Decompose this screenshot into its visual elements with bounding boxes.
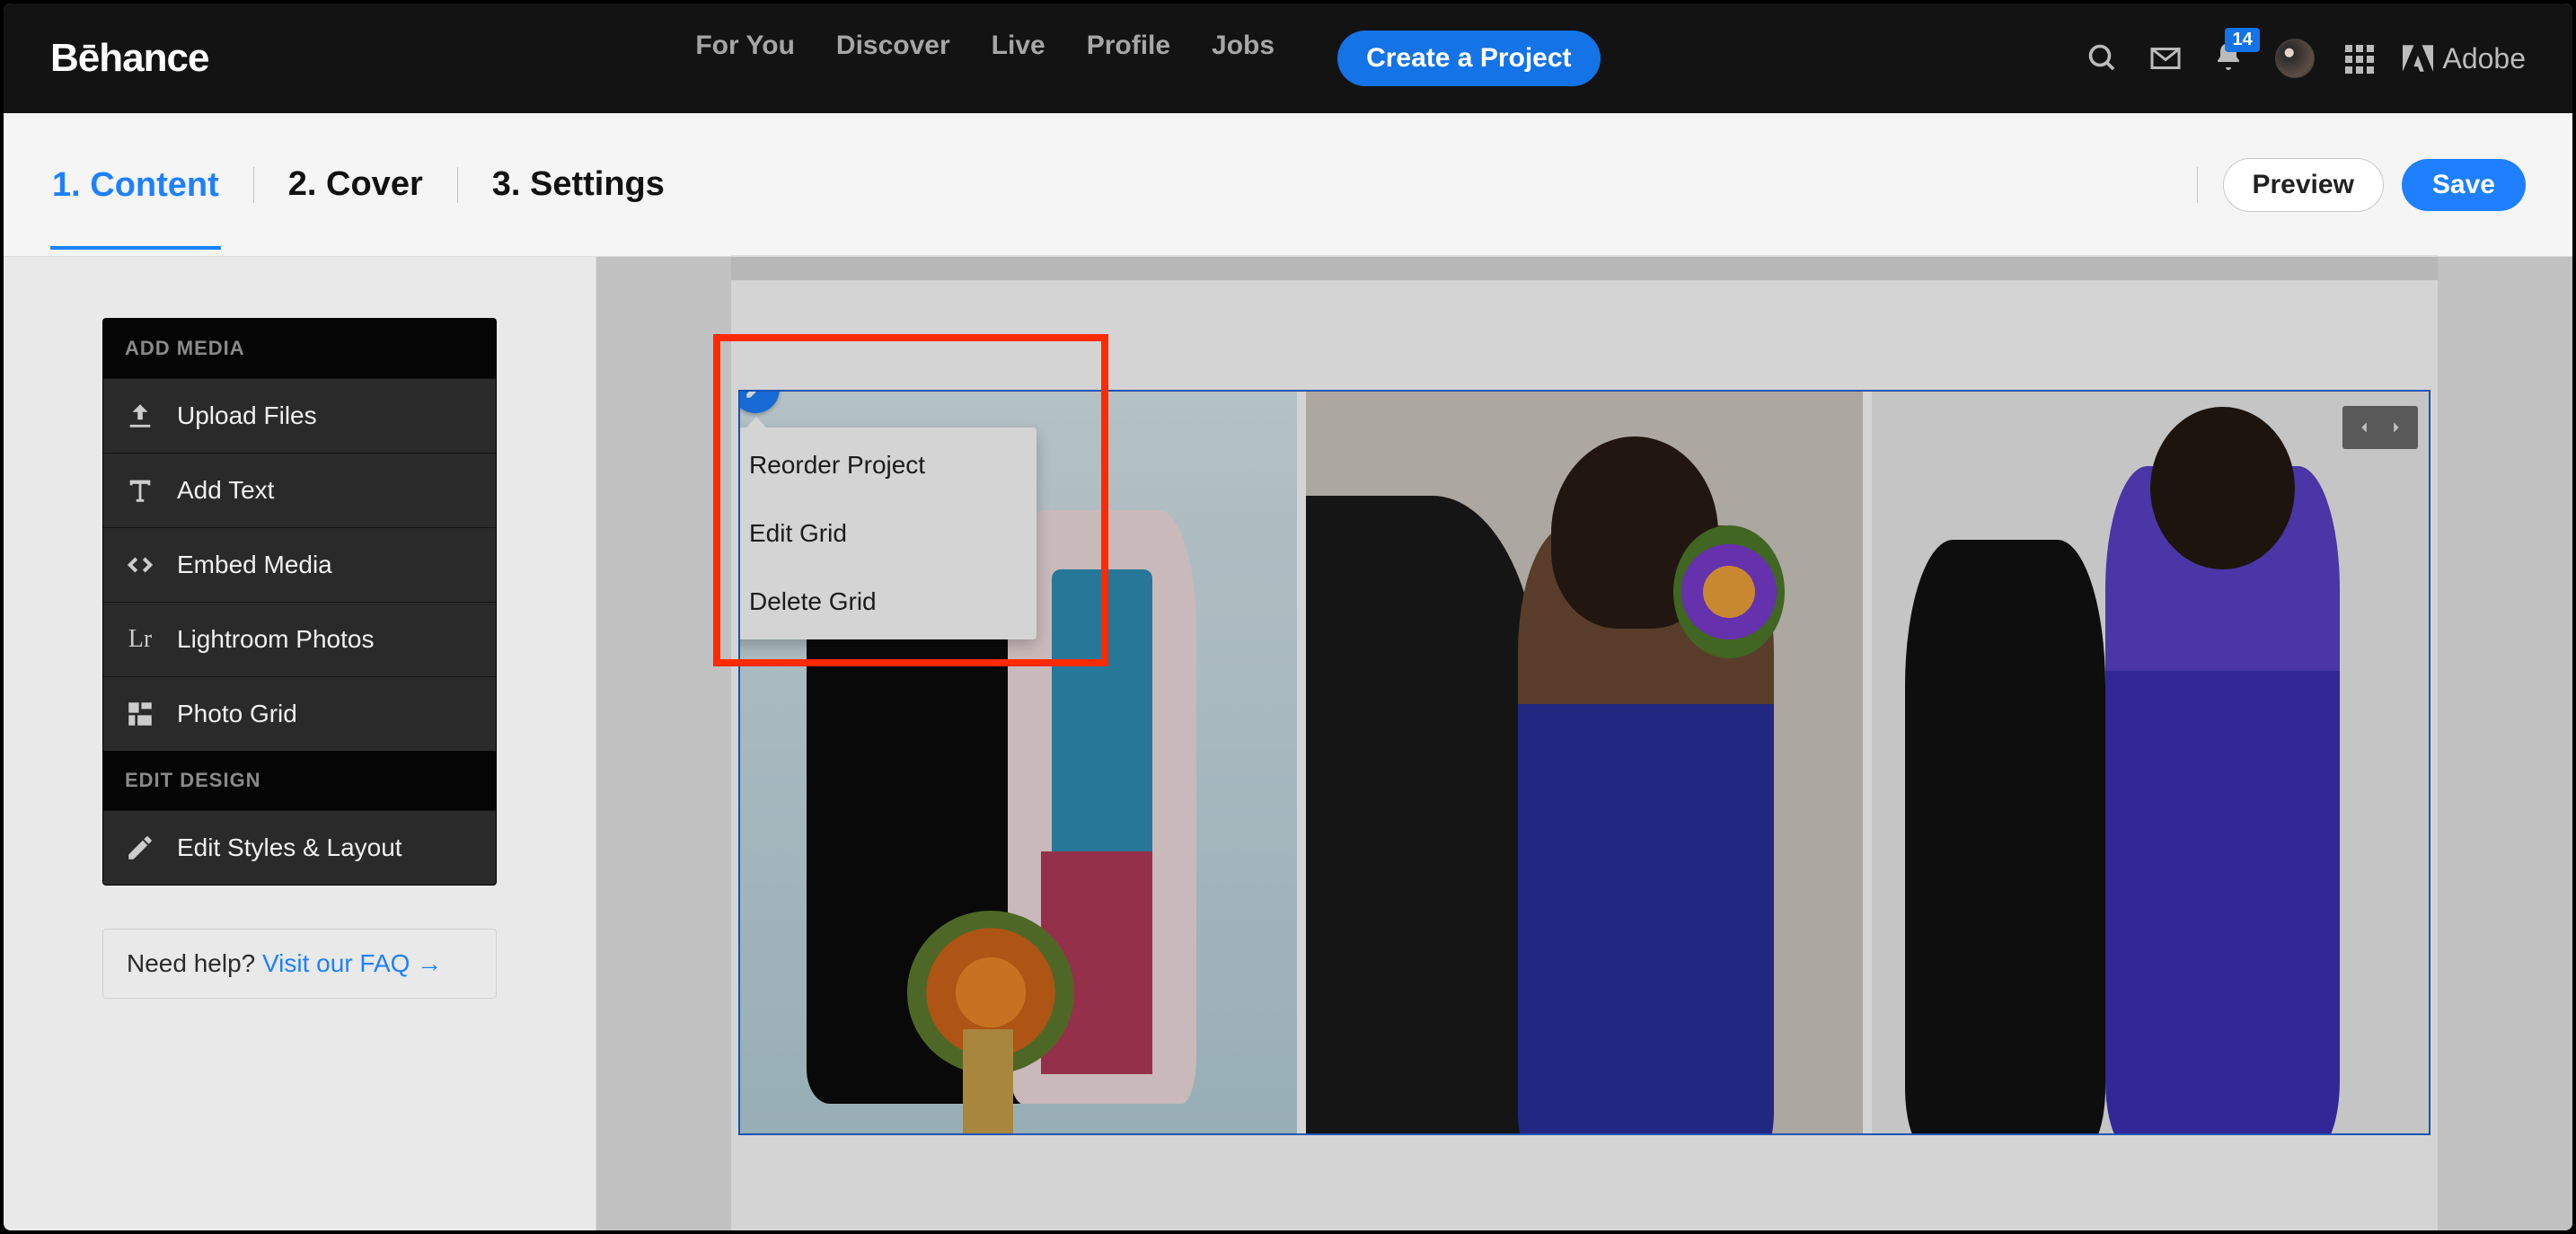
embed-icon: [125, 550, 155, 580]
apps-icon[interactable]: [2345, 45, 2372, 72]
panel-item-label: Photo Grid: [177, 700, 297, 728]
create-project-button[interactable]: Create a Project: [1337, 31, 1600, 86]
avatar[interactable]: [2275, 39, 2315, 78]
editor-sidebar: ADD MEDIA Upload Files Add Text Embed Me…: [4, 257, 596, 1230]
adobe-link[interactable]: Adobe: [2403, 42, 2526, 75]
upload-files-item[interactable]: Upload Files: [103, 378, 496, 453]
grid-reorder-arrows[interactable]: [2342, 406, 2418, 449]
editor-steps-bar: 1. Content 2. Cover 3. Settings Preview …: [4, 113, 2572, 257]
sidebar-panel: ADD MEDIA Upload Files Add Text Embed Me…: [102, 318, 497, 886]
grid-cell-2[interactable]: [1306, 392, 1863, 1133]
edit-design-heading: EDIT DESIGN: [103, 751, 496, 810]
grid-edit-popup: Reorder Project Edit Grid Delete Grid: [740, 427, 1037, 639]
grid-cell-3[interactable]: [1872, 392, 2429, 1133]
adobe-label: Adobe: [2442, 42, 2526, 75]
divider: [2197, 167, 2198, 203]
grid-icon: [125, 699, 155, 729]
step-cover[interactable]: 2. Cover: [287, 154, 425, 215]
pencil-icon: [125, 833, 155, 863]
photo-grid-item[interactable]: Photo Grid: [103, 676, 496, 751]
embed-media-item[interactable]: Embed Media: [103, 527, 496, 602]
canvas-top-strip: [731, 255, 2438, 280]
help-prefix: Need help?: [127, 949, 262, 977]
mail-icon[interactable]: [2149, 42, 2182, 75]
nav-for-you[interactable]: For You: [695, 31, 795, 86]
faq-link[interactable]: Visit our FAQ →: [262, 949, 442, 977]
step-settings[interactable]: 3. Settings: [490, 154, 666, 215]
popup-edit-grid[interactable]: Edit Grid: [740, 499, 1037, 568]
notification-badge: 14: [2225, 28, 2259, 52]
search-icon[interactable]: [2086, 42, 2119, 75]
divider: [253, 167, 254, 203]
nav-discover[interactable]: Discover: [836, 31, 950, 86]
nav-profile[interactable]: Profile: [1087, 31, 1170, 86]
panel-item-label: Upload Files: [177, 401, 317, 430]
grid-cell-1[interactable]: Reorder Project Edit Grid Delete Grid: [740, 392, 1297, 1133]
add-text-item[interactable]: Add Text: [103, 453, 496, 527]
top-nav: Bēhance For You Discover Live Profile Jo…: [4, 4, 2572, 113]
panel-item-label: Embed Media: [177, 551, 332, 579]
divider: [457, 167, 458, 203]
panel-item-label: Add Text: [177, 476, 274, 505]
panel-item-label: Edit Styles & Layout: [177, 833, 402, 862]
nav-live[interactable]: Live: [992, 31, 1045, 86]
save-button[interactable]: Save: [2402, 159, 2526, 211]
lightroom-icon: Lr: [125, 624, 155, 655]
panel-item-label: Lightroom Photos: [177, 625, 374, 654]
nav-jobs[interactable]: Jobs: [1212, 31, 1275, 86]
upload-icon: [125, 401, 155, 431]
behance-logo[interactable]: Bēhance: [50, 36, 208, 81]
edit-styles-layout-item[interactable]: Edit Styles & Layout: [103, 810, 496, 885]
add-media-heading: ADD MEDIA: [103, 319, 496, 378]
text-icon: [125, 475, 155, 506]
popup-reorder-project[interactable]: Reorder Project: [740, 431, 1037, 499]
photo-grid-block[interactable]: Reorder Project Edit Grid Delete Grid: [738, 390, 2430, 1135]
help-box: Need help? Visit our FAQ →: [102, 929, 497, 999]
lightroom-photos-item[interactable]: Lr Lightroom Photos: [103, 602, 496, 676]
popup-delete-grid[interactable]: Delete Grid: [740, 568, 1037, 636]
preview-button[interactable]: Preview: [2223, 158, 2384, 212]
step-content[interactable]: 1. Content: [50, 155, 221, 250]
editor-canvas[interactable]: Reorder Project Edit Grid Delete Grid: [596, 257, 2572, 1230]
